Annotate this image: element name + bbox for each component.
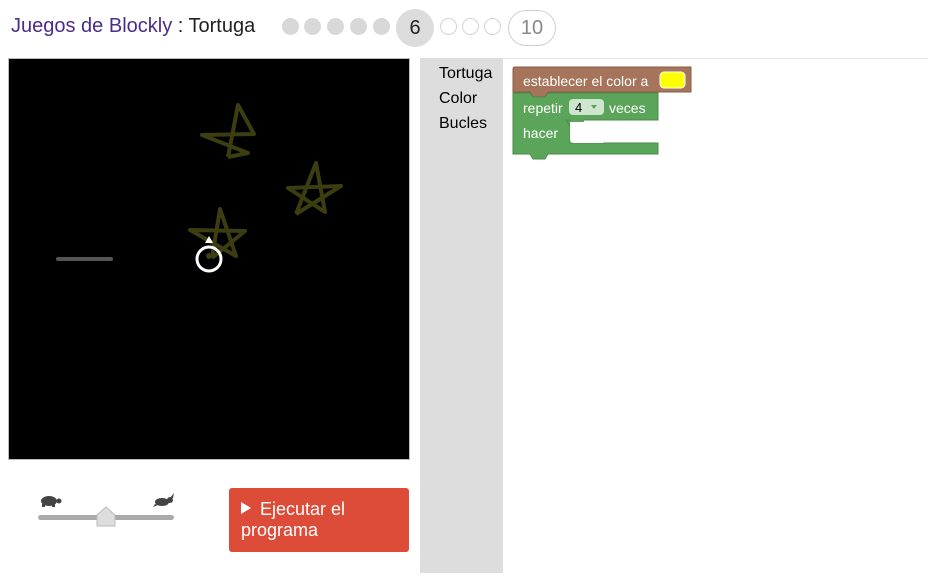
level-10-button[interactable]: 10 [508, 10, 556, 46]
level-9-dot[interactable] [484, 18, 501, 35]
drawing-layer [56, 103, 343, 273]
level-3-dot[interactable] [327, 18, 344, 35]
star-drawing [286, 161, 343, 216]
app-title-link[interactable]: Juegos de Blockly [11, 15, 172, 37]
level-4-dot[interactable] [350, 18, 367, 35]
level-1-dot[interactable] [282, 18, 299, 35]
star-drawing [200, 103, 256, 159]
repeat-count-value: 4 [575, 100, 582, 115]
blockly-workspace[interactable]: establecer el color a repetir 4 veces ha… [503, 58, 928, 573]
level-5-dot[interactable] [373, 18, 390, 35]
toolbox-category-loops[interactable]: Bucles [439, 115, 487, 133]
play-icon [241, 502, 251, 514]
speed-slider[interactable] [36, 490, 178, 530]
current-level-badge: 6 [396, 9, 434, 47]
do-label: hacer [523, 125, 558, 141]
level-2-dot[interactable] [304, 18, 321, 35]
run-button-label: Ejecutar el programa [241, 499, 346, 540]
colour-swatch[interactable] [659, 71, 686, 89]
set-colour-label: establecer el color a [523, 73, 649, 89]
header: Juegos de Blockly : Tortuga 6 10 [0, 0, 928, 58]
do-statement-slot[interactable] [570, 122, 603, 143]
title-separator: : [172, 15, 189, 37]
run-program-button[interactable]: Ejecutar el programa [229, 488, 409, 552]
turtle-icon [41, 496, 62, 507]
toolbox: Tortuga Color Bucles [420, 58, 503, 573]
repeat-block[interactable]: repetir 4 veces hacer [512, 92, 659, 160]
times-label: veces [609, 100, 646, 116]
slider-knob[interactable] [95, 506, 117, 528]
repeat-label: repetir [523, 100, 563, 116]
rabbit-icon [153, 493, 174, 507]
page-title: Juegos de Blockly : Tortuga [11, 15, 255, 38]
level-7-dot[interactable] [440, 18, 457, 35]
turtle-canvas [8, 58, 410, 460]
toolbox-category-turtle[interactable]: Tortuga [439, 65, 492, 83]
game-name: Tortuga [188, 15, 256, 37]
toolbox-category-colour[interactable]: Color [439, 90, 477, 108]
level-8-dot[interactable] [462, 18, 479, 35]
blocks-canvas: establecer el color a repetir 4 veces ha… [512, 66, 692, 160]
